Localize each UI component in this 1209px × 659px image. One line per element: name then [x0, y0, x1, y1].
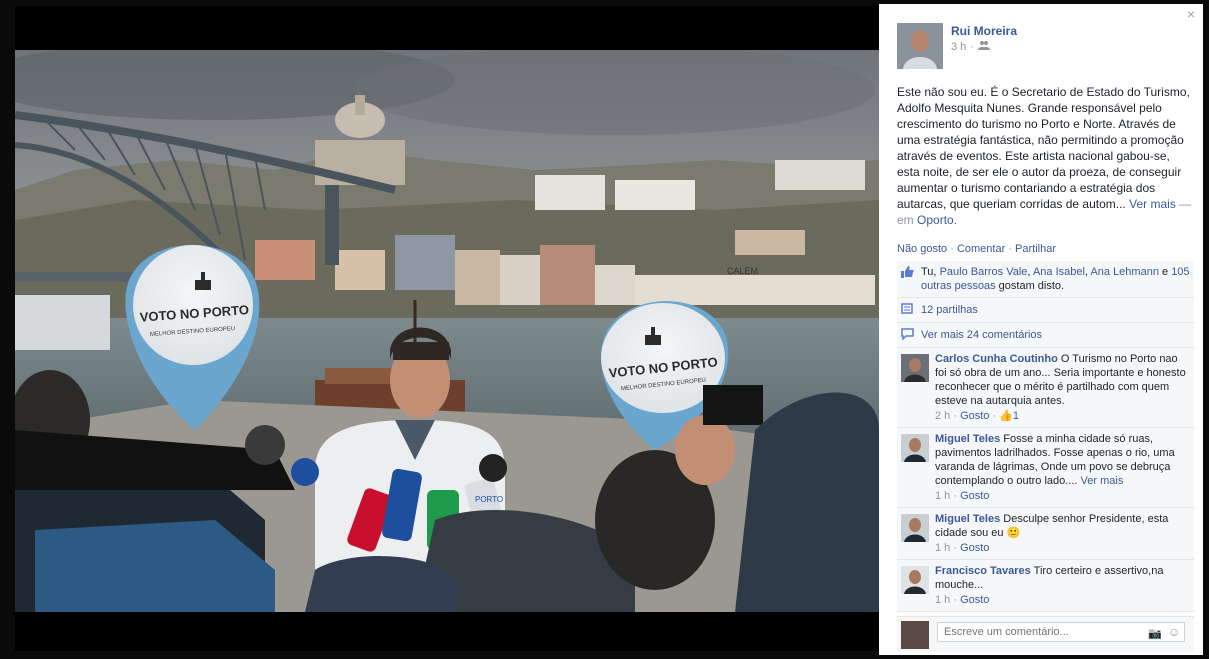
- friends-icon[interactable]: [977, 40, 990, 53]
- likes-summary: Tu, Paulo Barros Vale, Ana Isabel, Ana L…: [897, 261, 1194, 298]
- camera-icon[interactable]: 📷: [1148, 627, 1162, 640]
- feedback-panel: Tu, Paulo Barros Vale, Ana Isabel, Ana L…: [897, 261, 1194, 612]
- post-body: Este não sou eu. É o Secretario de Estad…: [897, 85, 1190, 211]
- post-meta: 3 h ·: [951, 40, 990, 53]
- comment-like-button[interactable]: Gosto: [960, 542, 989, 554]
- building-sign-calem: CALEM: [727, 266, 758, 276]
- photo[interactable]: CALEM VOTO NO PORTO MELHOR DESTINO EUROP…: [15, 50, 879, 612]
- comment-like-button[interactable]: Gosto: [960, 410, 989, 422]
- post-actions: Não gosto · Comentar · Partilhar: [897, 243, 1057, 255]
- comment-composer: 📷 ☺: [897, 616, 1194, 652]
- commenter-avatar[interactable]: [901, 514, 929, 542]
- commenter-name[interactable]: Miguel Teles: [935, 513, 1000, 525]
- comment-meta: 1 h · Gosto: [935, 490, 990, 502]
- more-comments-link[interactable]: Ver mais 24 comentários: [897, 323, 1194, 348]
- smiley-emoji: 🙂: [1006, 527, 1021, 539]
- comments-icon: [901, 328, 914, 341]
- location-link[interactable]: Oporto.: [917, 213, 957, 227]
- current-user-avatar: [901, 621, 929, 649]
- comment-like-button[interactable]: Gosto: [960, 594, 989, 606]
- commenter-avatar[interactable]: [901, 566, 929, 594]
- author-name[interactable]: Rui Moreira: [951, 24, 1017, 38]
- commenter-avatar[interactable]: [901, 354, 929, 382]
- comment-meta: 2 h · Gosto · 👍1: [935, 410, 1020, 422]
- author-avatar[interactable]: [897, 23, 943, 69]
- thumbs-up-icon: 👍: [999, 410, 1013, 422]
- comment-like-button[interactable]: Gosto: [960, 490, 989, 502]
- comment-item: Carlos Cunha Coutinho O Turismo no Porto…: [897, 348, 1194, 428]
- unlike-button[interactable]: Não gosto: [897, 243, 947, 255]
- liker-link[interactable]: Paulo Barros Vale: [940, 266, 1028, 278]
- meta-separator: ·: [970, 40, 974, 53]
- comment-item: Miguel Teles Fosse a minha cidade só rua…: [897, 428, 1194, 508]
- comment-likes-count[interactable]: 👍1: [999, 410, 1019, 422]
- photo-viewer: CALEM VOTO NO PORTO MELHOR DESTINO EUROP…: [15, 6, 879, 651]
- comment-meta: 1 h · Gosto: [935, 542, 990, 554]
- comment-time[interactable]: 2 h: [935, 410, 950, 422]
- comment-meta: 1 h · Gosto: [935, 594, 990, 606]
- commenter-name[interactable]: Carlos Cunha Coutinho: [935, 353, 1058, 365]
- comment-see-more-link[interactable]: Ver mais: [1081, 475, 1124, 487]
- share-icon: [901, 303, 914, 315]
- commenter-name[interactable]: Miguel Teles: [935, 433, 1000, 445]
- smiley-icon[interactable]: ☺: [1168, 625, 1180, 639]
- comment-time[interactable]: 1 h: [935, 594, 950, 606]
- close-icon[interactable]: ×: [1187, 6, 1195, 22]
- liker-link[interactable]: Ana Isabel: [1033, 266, 1085, 278]
- share-button[interactable]: Partilhar: [1015, 243, 1056, 255]
- post-time[interactable]: 3 h: [951, 41, 966, 53]
- comment-time[interactable]: 1 h: [935, 490, 950, 502]
- shares-link[interactable]: 12 partilhas: [897, 298, 1194, 323]
- post-sidebar: × Rui Moreira 3 h · Este não sou eu. É o…: [879, 4, 1203, 655]
- comment-button[interactable]: Comentar: [957, 243, 1005, 255]
- liker-link[interactable]: Ana Lehmann: [1090, 266, 1159, 278]
- see-more-link[interactable]: Ver mais: [1129, 197, 1176, 211]
- commenter-avatar[interactable]: [901, 434, 929, 462]
- comment-item: Francisco Tavares Tiro certeiro e assert…: [897, 560, 1194, 612]
- post-text: Este não sou eu. É o Secretario de Estad…: [897, 84, 1193, 228]
- commenter-name[interactable]: Francisco Tavares: [935, 565, 1031, 577]
- comment-time[interactable]: 1 h: [935, 542, 950, 554]
- thumbs-up-icon: [901, 266, 914, 278]
- comment-item: Miguel Teles Desculpe senhor Presidente,…: [897, 508, 1194, 560]
- mic-label-1: PORTO: [475, 495, 503, 504]
